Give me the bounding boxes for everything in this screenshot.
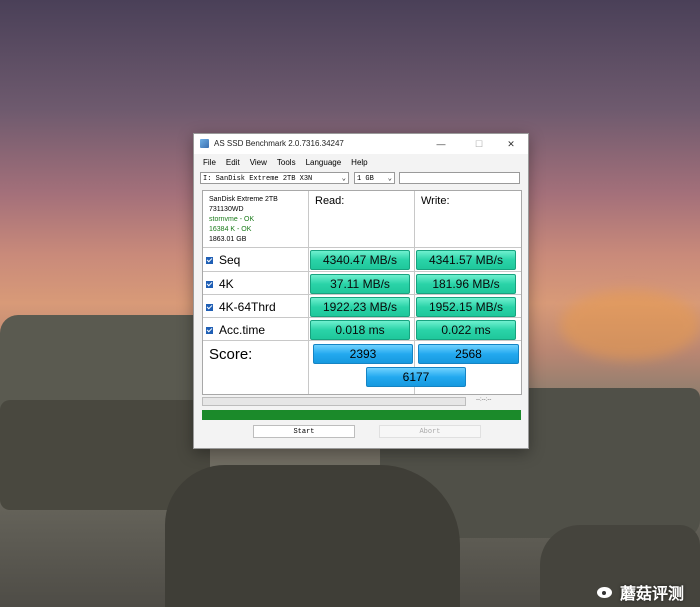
grid-divider bbox=[203, 247, 521, 248]
row-4k-64thrd[interactable]: 4K-64Thrd bbox=[206, 300, 276, 314]
acctime-write-value: 0.022 ms bbox=[416, 320, 516, 340]
watermark: 蘑菇评测 bbox=[597, 580, 684, 604]
driver-status: stornvme - OK bbox=[209, 216, 255, 223]
test-size-value: 1 GB bbox=[357, 175, 374, 183]
drive-select[interactable]: I: SanDisk Extreme 2TB X3N ⌄ bbox=[200, 172, 349, 184]
4k-read-value: 37.11 MB/s bbox=[310, 274, 410, 294]
start-button[interactable]: Start bbox=[253, 425, 355, 438]
acctime-read-value: 0.018 ms bbox=[310, 320, 410, 340]
grid-divider bbox=[203, 317, 521, 318]
grid-divider bbox=[203, 271, 521, 272]
checkbox-icon[interactable] bbox=[206, 303, 213, 311]
progress-bar-total bbox=[202, 410, 521, 420]
weibo-icon bbox=[597, 585, 615, 599]
abort-button[interactable]: Abort bbox=[379, 425, 481, 438]
checkbox-icon[interactable] bbox=[206, 326, 213, 334]
as-ssd-window: AS SSD Benchmark 2.0.7316.34247 — ☐ ✕ Fi… bbox=[193, 133, 529, 449]
4k64-read-value: 1922.23 MB/s bbox=[310, 297, 410, 317]
elapsed-time: --:--:-- bbox=[476, 397, 492, 403]
row-label: Acc.time bbox=[219, 323, 266, 337]
title-bar[interactable]: AS SSD Benchmark 2.0.7316.34247 — ☐ ✕ bbox=[194, 134, 528, 154]
maximize-button[interactable]: ☐ bbox=[464, 136, 494, 152]
drive-name: SanDisk Extreme 2TB bbox=[209, 196, 278, 203]
row-label: Seq bbox=[219, 253, 241, 267]
read-column-header: Read: bbox=[315, 195, 345, 207]
grid-divider bbox=[308, 191, 309, 394]
stone-pillar-center bbox=[165, 465, 460, 607]
drive-capacity: 1863.01 GB bbox=[209, 236, 247, 243]
4k64-write-value: 1952.15 MB/s bbox=[416, 297, 516, 317]
row-label: 4K bbox=[219, 277, 234, 291]
grid-divider bbox=[203, 340, 521, 341]
drive-info: SanDisk Extreme 2TB 731130WD stornvme - … bbox=[209, 195, 278, 245]
grid-divider bbox=[203, 294, 521, 295]
drive-select-value: I: SanDisk Extreme 2TB X3N bbox=[203, 175, 313, 183]
score-label: Score: bbox=[209, 346, 253, 363]
status-field bbox=[399, 172, 520, 184]
menu-help[interactable]: Help bbox=[346, 156, 372, 170]
close-button[interactable]: ✕ bbox=[496, 136, 526, 152]
read-score: 2393 bbox=[313, 344, 413, 364]
menu-tools[interactable]: Tools bbox=[272, 156, 301, 170]
row-label: 4K-64Thrd bbox=[219, 300, 276, 314]
watermark-text: 蘑菇评测 bbox=[620, 586, 685, 603]
chevron-down-icon: ⌄ bbox=[387, 175, 392, 183]
app-icon bbox=[200, 139, 209, 148]
checkbox-icon[interactable] bbox=[206, 280, 213, 288]
write-column-header: Write: bbox=[421, 195, 450, 207]
menu-language[interactable]: Language bbox=[301, 156, 347, 170]
checkbox-icon[interactable] bbox=[206, 256, 213, 264]
seq-write-value: 4341.57 MB/s bbox=[416, 250, 516, 270]
row-acc-time[interactable]: Acc.time bbox=[206, 323, 265, 337]
chevron-down-icon: ⌄ bbox=[341, 175, 346, 183]
sunset-glow bbox=[560, 290, 700, 360]
4k-write-value: 181.96 MB/s bbox=[416, 274, 516, 294]
results-grid: SanDisk Extreme 2TB 731130WD stornvme - … bbox=[202, 190, 522, 395]
menu-view[interactable]: View bbox=[245, 156, 272, 170]
total-score: 6177 bbox=[366, 367, 466, 387]
menu-bar: File Edit View Tools Language Help bbox=[198, 156, 373, 170]
drive-firmware: 731130WD bbox=[209, 206, 244, 213]
menu-file[interactable]: File bbox=[198, 156, 221, 170]
write-score: 2568 bbox=[418, 344, 519, 364]
menu-edit[interactable]: Edit bbox=[221, 156, 245, 170]
row-4k[interactable]: 4K bbox=[206, 277, 234, 291]
test-size-select[interactable]: 1 GB ⌄ bbox=[354, 172, 395, 184]
progress-bar-test bbox=[202, 397, 466, 406]
window-title: AS SSD Benchmark 2.0.7316.34247 bbox=[214, 139, 344, 148]
alignment-status: 16384 K - OK bbox=[209, 226, 252, 233]
grid-divider bbox=[414, 191, 415, 394]
seq-read-value: 4340.47 MB/s bbox=[310, 250, 410, 270]
row-seq[interactable]: Seq bbox=[206, 253, 240, 267]
minimize-button[interactable]: — bbox=[426, 136, 456, 152]
